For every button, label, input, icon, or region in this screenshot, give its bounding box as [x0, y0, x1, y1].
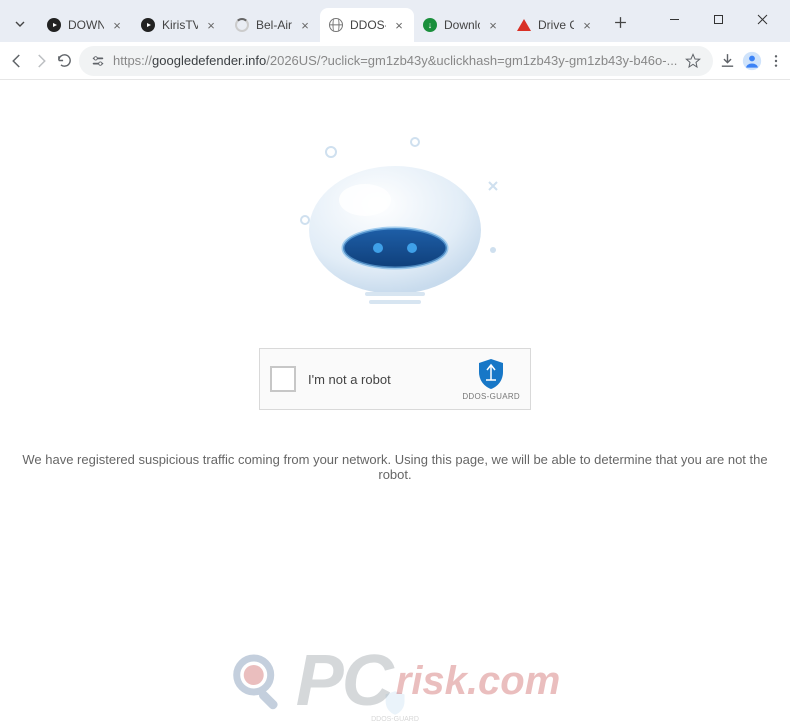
downloads-button[interactable]	[719, 46, 736, 76]
captcha-widget: I'm not a robot DDOS-GUARD	[259, 348, 531, 410]
page-content: I'm not a robot DDOS-GUARD We have regis…	[0, 80, 790, 706]
tab-item[interactable]: Downlo ×	[414, 8, 508, 42]
tab-title: Downlo	[444, 18, 480, 32]
tab-item[interactable]: Bel-Air S ×	[226, 8, 320, 42]
watermark-pc: PC	[296, 640, 392, 722]
robot-icon	[265, 130, 525, 330]
reload-button[interactable]	[56, 46, 73, 76]
close-icon[interactable]: ×	[298, 18, 312, 32]
youtube-icon	[46, 17, 62, 33]
minimize-button[interactable]	[652, 4, 696, 34]
tab-item[interactable]: KirisTV F ×	[132, 8, 226, 42]
globe-icon	[328, 17, 344, 33]
warning-icon	[516, 17, 532, 33]
close-icon[interactable]: ×	[486, 18, 500, 32]
youtube-icon	[140, 17, 156, 33]
close-window-button[interactable]	[740, 4, 784, 34]
menu-button[interactable]	[768, 46, 784, 76]
tab-item[interactable]: Drive Cl ×	[508, 8, 602, 42]
close-icon[interactable]: ×	[580, 18, 594, 32]
tab-title: DDOS-G	[350, 18, 386, 32]
captcha-brand: DDOS-GUARD	[462, 358, 520, 401]
tab-item[interactable]: DOWNL ×	[38, 8, 132, 42]
close-icon[interactable]: ×	[110, 18, 124, 32]
watermark-risk: risk.com	[396, 659, 561, 704]
browser-titlebar: DOWNL × KirisTV F × Bel-Air S × DDOS-G ×…	[0, 0, 790, 42]
tab-search-dropdown[interactable]	[6, 10, 34, 38]
shield-icon	[477, 358, 505, 390]
close-icon[interactable]: ×	[204, 18, 218, 32]
bookmark-star-icon[interactable]	[685, 53, 701, 69]
tab-title: KirisTV F	[162, 18, 198, 32]
profile-button[interactable]	[742, 46, 762, 76]
robot-illustration: I'm not a robot DDOS-GUARD We have regis…	[0, 130, 790, 482]
download-icon	[422, 17, 438, 33]
new-tab-button[interactable]	[606, 8, 634, 36]
tab-item-active[interactable]: DDOS-G ×	[320, 8, 414, 42]
captcha-brand-text: DDOS-GUARD	[462, 392, 520, 401]
site-info-icon[interactable]	[91, 54, 105, 68]
pcrisk-watermark: PCrisk.com	[230, 640, 561, 722]
close-icon[interactable]: ×	[392, 18, 406, 32]
magnifier-icon	[230, 651, 290, 711]
captcha-label: I'm not a robot	[308, 372, 450, 387]
maximize-button[interactable]	[696, 4, 740, 34]
suspicious-traffic-message: We have registered suspicious traffic co…	[0, 452, 790, 482]
forward-button[interactable]	[32, 46, 50, 76]
tab-title: Bel-Air S	[256, 18, 292, 32]
window-controls	[652, 4, 784, 34]
tab-strip: DOWNL × KirisTV F × Bel-Air S × DDOS-G ×…	[38, 8, 652, 42]
url-text: https://googledefender.info/2026US/?ucli…	[113, 53, 677, 68]
url-input[interactable]: https://googledefender.info/2026US/?ucli…	[79, 46, 713, 76]
tab-title: Drive Cl	[538, 18, 574, 32]
back-button[interactable]	[8, 46, 26, 76]
captcha-checkbox[interactable]	[270, 366, 296, 392]
loading-spinner-icon	[234, 17, 250, 33]
tab-title: DOWNL	[68, 18, 104, 32]
address-bar: https://googledefender.info/2026US/?ucli…	[0, 42, 790, 80]
